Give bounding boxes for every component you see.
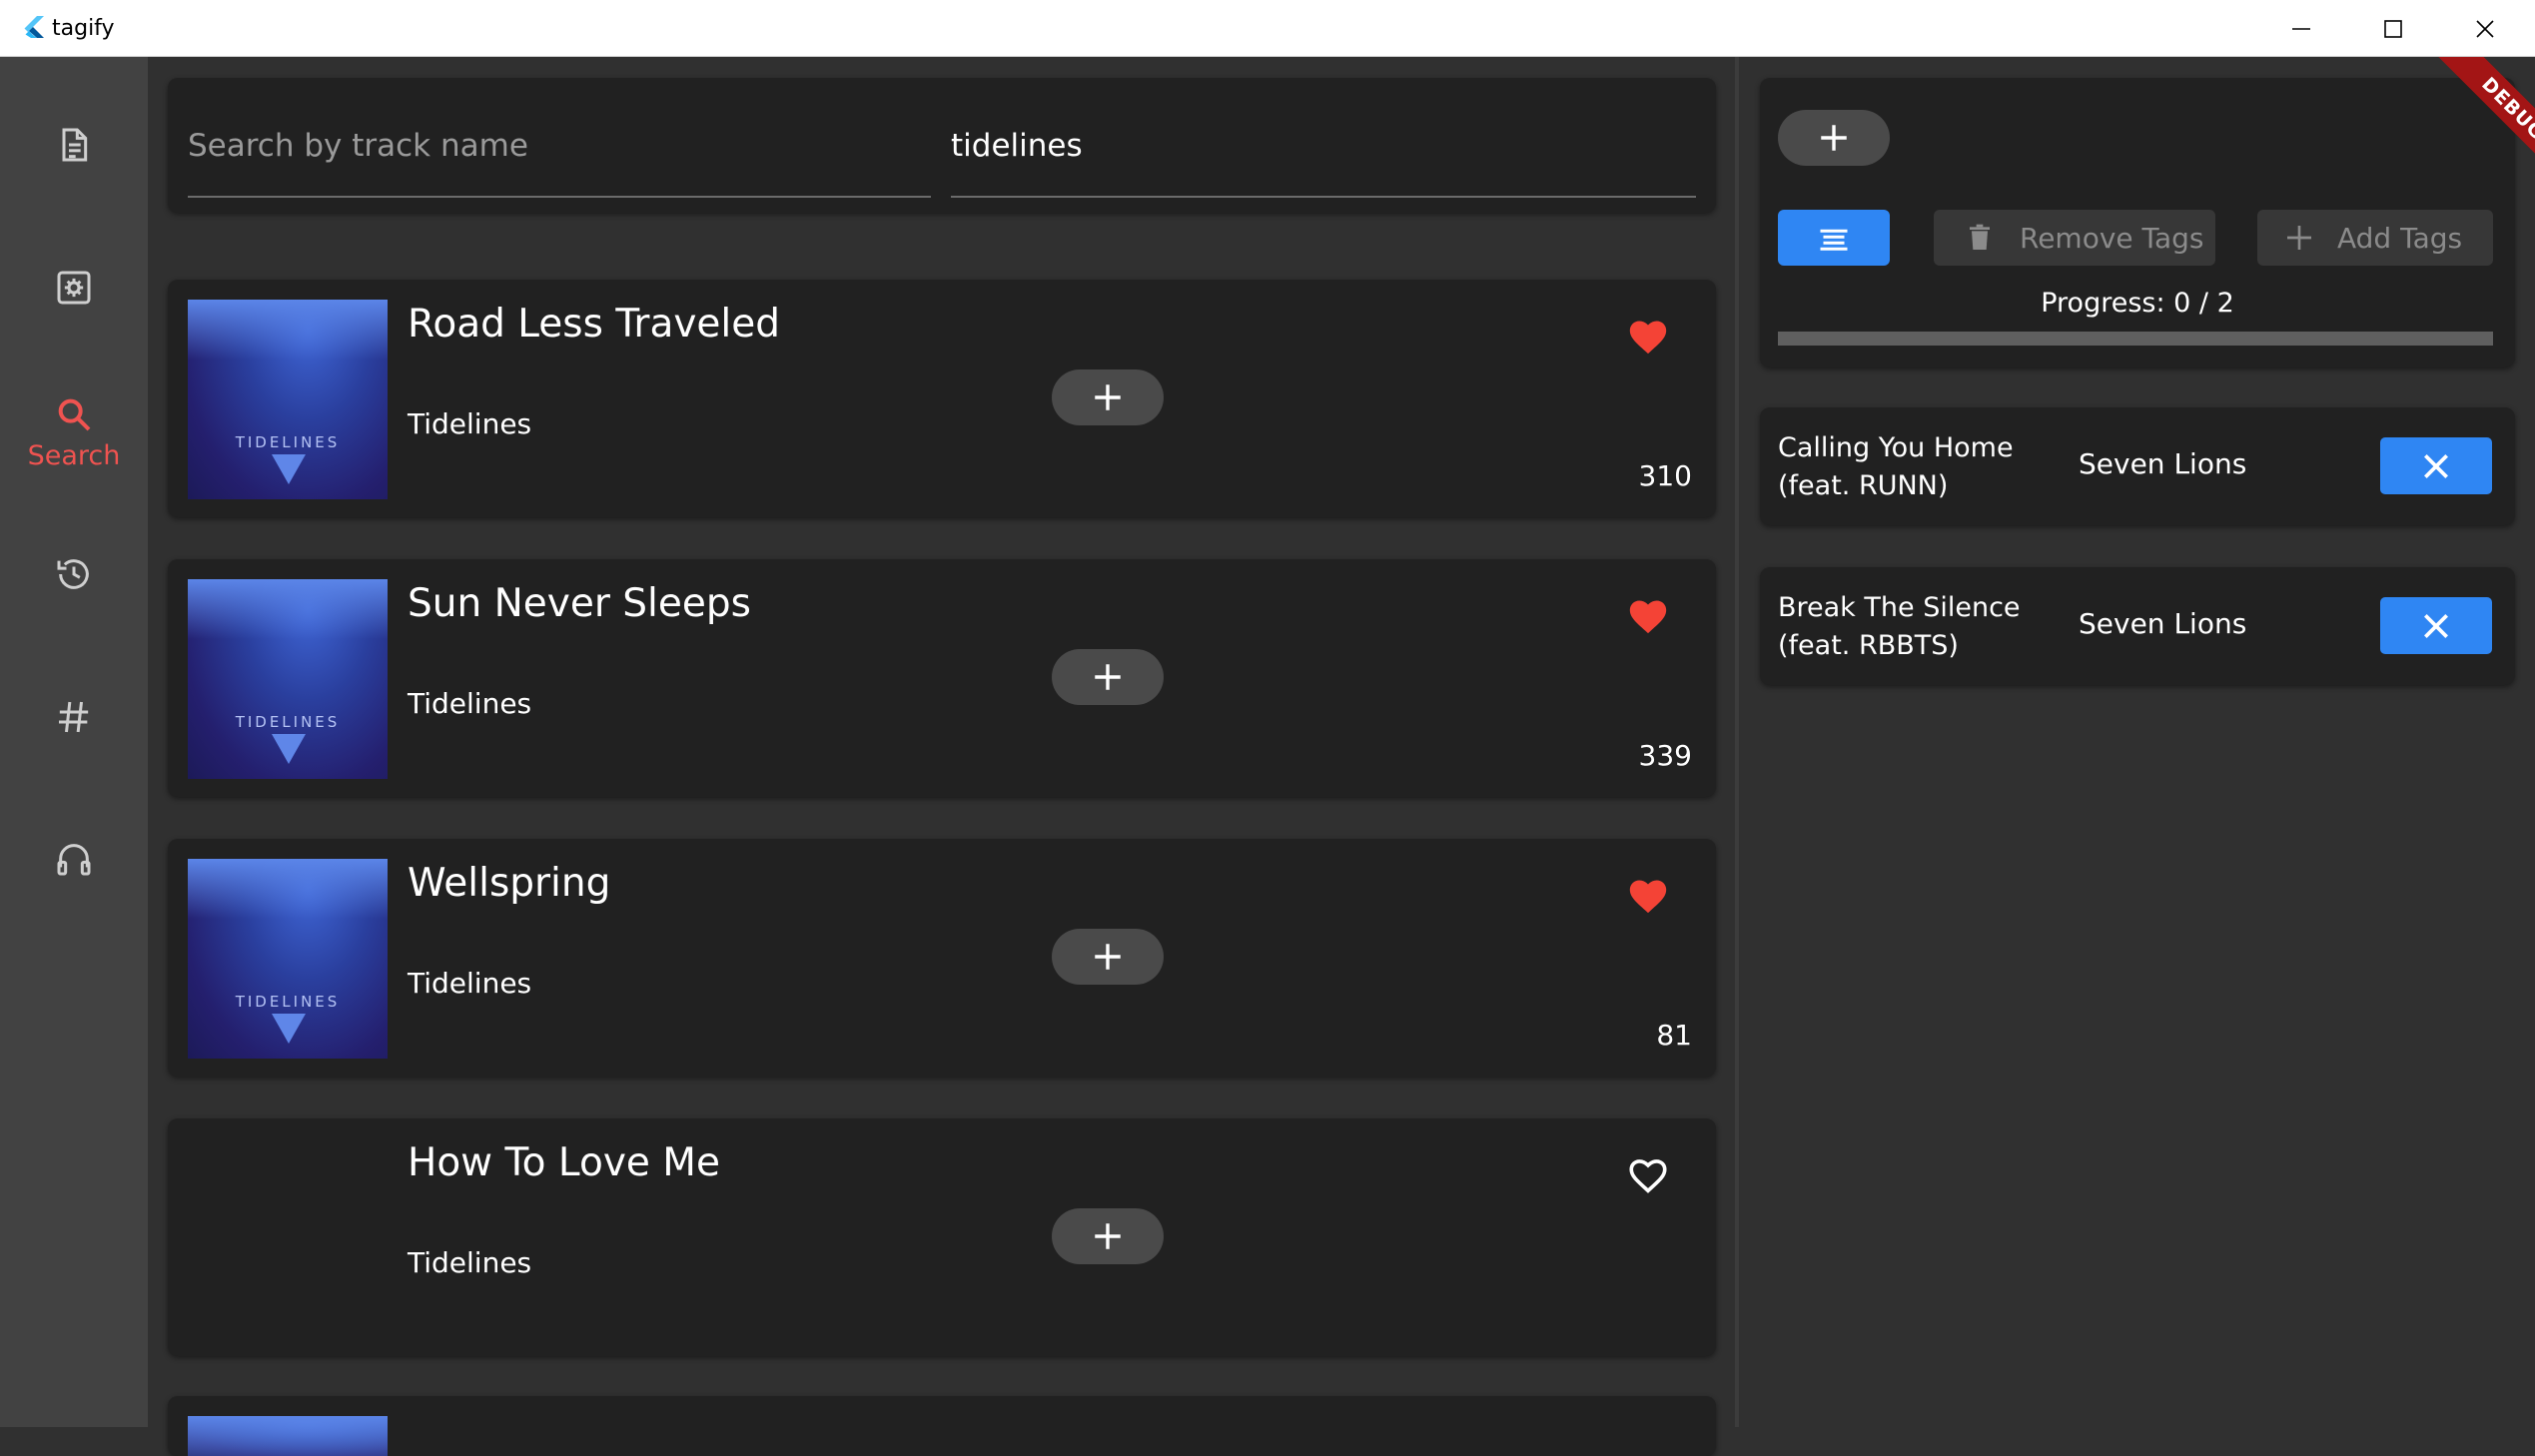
nav-item-headphones[interactable] xyxy=(0,839,148,879)
cover-label: TIDELINES xyxy=(235,993,341,1011)
close-window-button[interactable] xyxy=(2439,0,2531,57)
remove-tags-label: Remove Tags xyxy=(2020,221,2204,255)
nav-item-tags[interactable] xyxy=(0,697,148,737)
sort-lines-icon xyxy=(1820,229,1848,251)
track-title: Road Less Traveled xyxy=(408,302,781,347)
progress-bar xyxy=(1778,332,2493,346)
close-icon xyxy=(2424,453,2448,478)
track-title: How To Love Me xyxy=(408,1140,720,1185)
queue-track-artist: Seven Lions xyxy=(2079,607,2247,640)
queue-track-title: Calling You Home (feat. RUNN) xyxy=(1778,432,2014,501)
pane-divider[interactable] xyxy=(1735,57,1739,1427)
play-count: 310 xyxy=(1638,459,1692,492)
track-card[interactable] xyxy=(168,1396,1716,1456)
plus-icon xyxy=(2287,226,2311,250)
nav-label-search: Search xyxy=(27,440,121,471)
tag-icon xyxy=(59,701,89,733)
queue-track-title: Break The Silence (feat. RBBTS) xyxy=(1778,592,2021,661)
add-track-button[interactable] xyxy=(1052,649,1164,705)
navigation-rail: Search xyxy=(0,57,148,1427)
search-panel xyxy=(168,78,1716,213)
add-to-queue-button[interactable] xyxy=(1778,110,1890,166)
track-artist: Tidelines xyxy=(408,407,532,440)
maximize-icon xyxy=(2384,19,2402,38)
headphones-icon xyxy=(57,844,91,876)
nav-item-description[interactable] xyxy=(0,125,148,165)
search-icon xyxy=(58,398,91,431)
description-icon xyxy=(62,128,88,162)
plus-icon xyxy=(1095,1223,1121,1249)
remove-tags-button[interactable]: Remove Tags xyxy=(1934,210,2215,266)
add-tags-label: Add Tags xyxy=(2337,221,2463,255)
track-card[interactable]: How To Love Me Tidelines xyxy=(168,1118,1716,1356)
play-count: 81 xyxy=(1656,1019,1692,1052)
cover-label: TIDELINES xyxy=(235,713,341,731)
album-cover: TIDELINES xyxy=(188,300,388,499)
track-artist: Tidelines xyxy=(408,1246,532,1279)
maximize-button[interactable] xyxy=(2347,0,2439,57)
track-artist: Tidelines xyxy=(408,687,532,720)
queue-track-artist: Seven Lions xyxy=(2079,447,2247,480)
heart-outline-icon[interactable] xyxy=(1626,1154,1670,1194)
minimize-button[interactable] xyxy=(2255,0,2347,57)
play-count: 339 xyxy=(1638,739,1692,772)
track-card[interactable]: TIDELINES Road Less Traveled Tidelines 3… xyxy=(168,280,1716,517)
heart-filled-icon[interactable] xyxy=(1626,875,1670,915)
settings-icon xyxy=(57,271,91,305)
cover-label: TIDELINES xyxy=(235,433,341,451)
track-title: Sun Never Sleeps xyxy=(408,581,751,626)
track-card[interactable]: TIDELINES Wellspring Tidelines 81 xyxy=(168,839,1716,1077)
trash-icon xyxy=(1970,224,1990,250)
tag-editor-button[interactable] xyxy=(1778,210,1890,266)
close-icon xyxy=(2424,613,2448,638)
album-cover xyxy=(188,1416,388,1456)
plus-icon xyxy=(1821,125,1847,151)
close-icon xyxy=(2476,19,2494,38)
plus-icon xyxy=(1095,944,1121,970)
track-artist: Tidelines xyxy=(408,967,532,1000)
artist-search-field xyxy=(951,78,1696,198)
album-cover: TIDELINES xyxy=(188,579,388,779)
album-cover: TIDELINES xyxy=(188,859,388,1059)
debug-banner: DEBUG xyxy=(2395,57,2535,197)
debug-banner-label: DEBUG xyxy=(2430,57,2535,192)
title-bar: tagify xyxy=(0,0,2535,57)
history-icon xyxy=(57,559,89,589)
remove-from-queue-button[interactable] xyxy=(2380,437,2492,494)
track-card[interactable]: TIDELINES Sun Never Sleeps Tidelines 339 xyxy=(168,559,1716,797)
remove-from-queue-button[interactable] xyxy=(2380,597,2492,654)
window-title: tagify xyxy=(52,16,115,41)
heart-filled-icon[interactable] xyxy=(1626,316,1670,356)
progress-text: Progress: 0 / 2 xyxy=(2041,288,2234,319)
track-search-input[interactable] xyxy=(188,128,931,164)
heart-filled-icon[interactable] xyxy=(1626,595,1670,635)
nav-item-search[interactable]: Search xyxy=(0,394,148,471)
track-title: Wellspring xyxy=(408,861,611,906)
artist-search-input[interactable] xyxy=(951,128,1696,164)
plus-icon xyxy=(1095,384,1121,410)
queue-item: Break The Silence (feat. RBBTS) Seven Li… xyxy=(1760,567,2515,685)
add-tags-button[interactable]: Add Tags xyxy=(2257,210,2493,266)
add-track-button[interactable] xyxy=(1052,929,1164,985)
track-search-field xyxy=(188,78,931,198)
flutter-logo-icon xyxy=(24,16,44,38)
nav-item-settings[interactable] xyxy=(0,268,148,308)
add-track-button[interactable] xyxy=(1052,1208,1164,1264)
plus-icon xyxy=(1095,664,1121,690)
add-track-button[interactable] xyxy=(1052,369,1164,425)
nav-item-history[interactable] xyxy=(0,554,148,594)
minimize-icon xyxy=(2292,27,2310,30)
queue-item: Calling You Home (feat. RUNN) Seven Lion… xyxy=(1760,407,2515,525)
